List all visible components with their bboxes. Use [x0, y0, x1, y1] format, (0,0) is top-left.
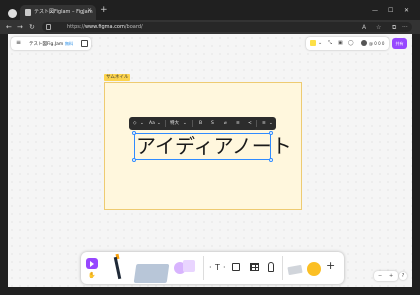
close-window-button[interactable]: ✕	[404, 7, 409, 14]
figjam-tab-icon	[25, 9, 31, 16]
browser-tab[interactable]: テスト図Figlam – FigJam ×	[20, 5, 96, 20]
play-icon[interactable]	[310, 40, 316, 46]
toolbar-divider	[256, 120, 257, 127]
bold-button[interactable]: B	[199, 120, 202, 127]
chevron-down-icon[interactable]: ⌄	[140, 120, 144, 127]
browser-address-bar: ← → ↻ https://www.figma.com/board/ A ☆ ⧉…	[0, 20, 420, 34]
shape-select-icon[interactable]: ◇	[133, 120, 136, 127]
text-format-toolbar: ◇ ⌄ Aa ⌄ 特大 ⌄ B S ⌀ ≡ ≺ ≡ ⌄	[129, 117, 276, 130]
url-text: https://www.figma.com/board/	[67, 24, 143, 30]
more-tools-icon[interactable]: ·	[209, 263, 212, 272]
more-options-button[interactable]: ≡	[262, 120, 266, 127]
zoom-indicator[interactable]: @ 0 0 0	[369, 41, 384, 46]
image-icon[interactable]: ▣	[338, 40, 343, 46]
chevron-down-icon[interactable]: ⌄	[269, 120, 273, 127]
share-link-icon[interactable]: ≺	[248, 120, 252, 127]
plan-badge: 無料	[65, 41, 73, 46]
font-size-select[interactable]: 特大	[170, 120, 179, 127]
selected-text-object[interactable]: アイディアノート	[136, 134, 292, 159]
zoom-control: − +	[374, 271, 398, 281]
add-more-icon[interactable]: +	[326, 260, 335, 272]
zoom-in-button[interactable]: +	[389, 271, 393, 281]
browser-profile-icon[interactable]	[8, 9, 17, 18]
cursor-chat-icon[interactable]: ⤡	[328, 40, 332, 46]
extensions-icon[interactable]: ⧉	[392, 24, 396, 32]
forward-icon[interactable]: →	[17, 23, 23, 31]
favorite-star-icon[interactable]: ☆	[376, 24, 381, 31]
maximize-button[interactable]: ☐	[388, 7, 393, 14]
font-select[interactable]: Aa	[149, 120, 155, 127]
more-tools-icon[interactable]: ·	[223, 263, 226, 272]
chevron-down-icon[interactable]: ⌄	[318, 40, 322, 46]
tab-close-icon[interactable]: ×	[87, 7, 92, 14]
strikethrough-button[interactable]: S	[211, 120, 214, 127]
section-tool-icon[interactable]	[232, 263, 240, 271]
browser-menu-icon[interactable]: ···	[402, 24, 408, 31]
sticky-note-tool[interactable]	[133, 264, 170, 283]
minimize-button[interactable]: —	[372, 7, 378, 14]
list-button[interactable]: ≡	[236, 120, 240, 127]
avatar[interactable]	[361, 40, 367, 46]
zoom-out-button[interactable]: −	[378, 271, 382, 281]
figjam-canvas[interactable]: ≡ テスト図Fig.Jam 無料 ⌄ ⤡ ▣ ◯ @ 0 0 0 共有 サムネイ…	[8, 34, 412, 287]
toolbar-divider	[203, 256, 204, 280]
new-tab-button[interactable]: +	[100, 6, 108, 15]
text-tool-button[interactable]: T	[215, 263, 220, 272]
frame-label[interactable]: サムネイル	[104, 74, 131, 81]
browser-tab-bar: テスト図Figlam – FigJam × + — ☐ ✕	[0, 0, 420, 20]
help-button[interactable]: ?	[399, 272, 407, 280]
tab-title: テスト図Figlam – FigJam	[34, 9, 93, 15]
lock-icon	[46, 24, 51, 30]
stickers-icon[interactable]	[287, 264, 303, 276]
comment-icon[interactable]: ◯	[348, 40, 354, 46]
link-button[interactable]: ⌀	[224, 120, 227, 127]
url-field[interactable]: https://www.figma.com/board/ A ☆ ⧉ ···	[42, 22, 412, 32]
read-aloud-icon[interactable]: A	[362, 24, 366, 31]
table-tool-icon[interactable]	[250, 263, 259, 271]
toolbar-divider	[165, 120, 166, 127]
chevron-down-icon[interactable]: ⌄	[157, 120, 161, 127]
header-actions: ⌄ ⤡ ▣ ◯ @ 0 0 0	[306, 37, 389, 50]
file-name[interactable]: テスト図Fig.Jam	[29, 41, 63, 47]
hand-tool-icon[interactable]: ✋	[88, 272, 95, 279]
reload-icon[interactable]: ↻	[29, 23, 35, 31]
toolbar-divider	[282, 256, 283, 280]
shape-square-icon[interactable]	[183, 260, 195, 272]
emoji-icon[interactable]	[307, 262, 321, 276]
select-tool-button[interactable]	[86, 258, 98, 269]
stamp-tool-icon[interactable]	[268, 262, 274, 272]
chevron-down-icon[interactable]: ⌄	[183, 120, 187, 127]
file-menu-pill[interactable]: ≡ テスト図Fig.Jam 無料	[11, 37, 91, 50]
toolbar-divider	[192, 120, 193, 127]
panel-toggle-icon[interactable]	[81, 40, 88, 47]
back-icon[interactable]: ←	[6, 23, 12, 31]
share-button[interactable]: 共有	[392, 38, 407, 49]
marker-tool[interactable]	[113, 256, 122, 280]
main-menu-icon[interactable]: ≡	[16, 39, 21, 46]
bottom-toolbar: ✋ · T · +	[81, 252, 344, 284]
